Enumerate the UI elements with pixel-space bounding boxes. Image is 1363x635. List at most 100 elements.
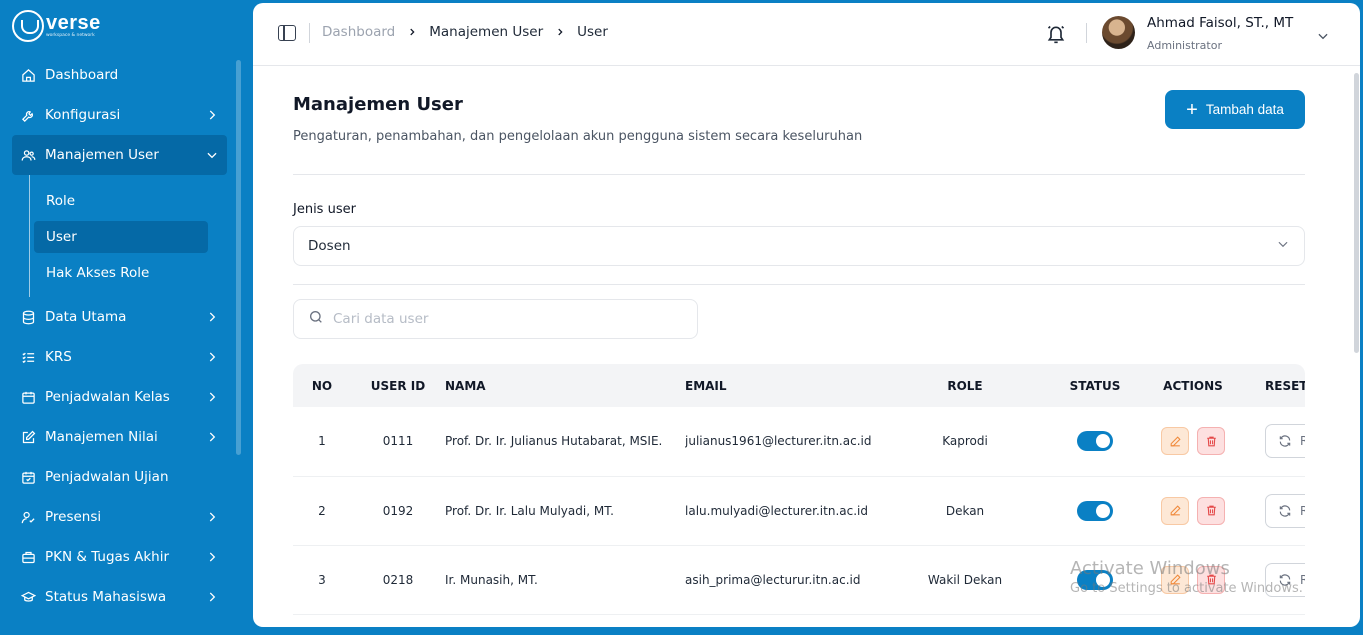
brand-sub: workspace & network (46, 33, 95, 39)
header-role: ROLE (947, 378, 983, 393)
divider (293, 284, 1305, 285)
trash-icon (1206, 505, 1216, 516)
chevron-right-icon (205, 390, 219, 404)
sidebar-item-konfigurasi[interactable]: Konfigurasi (12, 95, 227, 135)
chevron-right-icon (205, 510, 219, 524)
cell-user-id: 0192 (351, 476, 445, 546)
plus-icon: + (1186, 98, 1198, 121)
brand-logo[interactable]: verse workspace & network (12, 10, 101, 42)
cell-status (1035, 476, 1155, 546)
status-toggle[interactable] (1077, 500, 1113, 521)
header-status: STATUS (1069, 378, 1121, 393)
edit-button[interactable] (1161, 427, 1189, 456)
user-role: Administrator (1147, 39, 1222, 52)
cell-actions (1155, 545, 1231, 615)
chevron-right-icon (205, 108, 219, 122)
trash-icon (1206, 574, 1216, 585)
calendar-icon (20, 389, 36, 405)
chevron-down-icon (205, 148, 219, 162)
sidebar-item-penjadwalan-kelas[interactable]: Penjadwalan Kelas (12, 377, 227, 417)
reset-password-button[interactable]: R (1265, 493, 1305, 528)
delete-button[interactable] (1197, 565, 1225, 594)
status-toggle[interactable] (1077, 431, 1113, 452)
cell-email: asih_prima@lecturur.itn.ac.id (685, 545, 895, 615)
divider (293, 174, 1305, 175)
header-actions: ACTIONS (1163, 378, 1223, 393)
chevron-down-icon[interactable] (1316, 28, 1330, 42)
cell-reset: R (1231, 407, 1305, 477)
reset-password-button[interactable]: R (1265, 562, 1305, 597)
breadcrumb-manajemen-user[interactable]: Manajemen User (429, 24, 543, 40)
sidebar-item-penjadwalan-ujian[interactable]: Penjadwalan Ujian (12, 457, 227, 497)
chevron-right-icon (205, 350, 219, 364)
cell-status (1035, 545, 1155, 615)
cell-nama: Prof. Dr. Ir. Julianus Hutabarat, MSIE. (445, 407, 685, 477)
delete-button[interactable] (1197, 427, 1225, 456)
chevron-right-icon (205, 550, 219, 564)
cell-actions (1155, 476, 1231, 546)
table-row: 3 0218 Ir. Munasih, MT. asih_prima@lectu… (293, 545, 1305, 615)
cell-status (1035, 407, 1155, 477)
header-reset-password: RESET PA (1265, 378, 1305, 393)
sidebar-item-krs[interactable]: KRS (12, 337, 227, 377)
avatar[interactable] (1102, 16, 1135, 49)
wrench-icon (20, 107, 36, 123)
status-toggle[interactable] (1077, 569, 1113, 590)
divider (1086, 23, 1087, 43)
cell-actions (1155, 407, 1231, 477)
pencil-icon (1170, 505, 1181, 516)
user-table-container: NO USER ID NAMA EMAIL ROLE STATUS ACTION… (293, 364, 1305, 627)
submenu-item-hak-akses-role[interactable]: Hak Akses Role (34, 257, 208, 289)
sidebar-item-presensi[interactable]: Presensi (12, 497, 227, 537)
sidebar-item-manajemen-nilai[interactable]: Manajemen Nilai (12, 417, 227, 457)
cell-role: Dekan (895, 476, 1035, 546)
sidebar-scrollbar[interactable] (236, 60, 241, 455)
bell-icon[interactable] (1046, 23, 1066, 45)
add-data-button[interactable]: + Tambah data (1165, 90, 1305, 129)
sidebar-toggle-icon[interactable] (278, 25, 296, 41)
cell-user-id: 0111 (351, 407, 445, 477)
chevron-right-icon (205, 430, 219, 444)
breadcrumb-user: User (577, 24, 608, 40)
header-user-id: USER ID (370, 378, 426, 393)
topbar: Dashboard Manajemen User User Ahmad Fais… (253, 3, 1360, 66)
chevron-right-icon (407, 27, 417, 37)
refresh-icon (1279, 435, 1291, 447)
cell-email: lalu.mulyadi@lecturer.itn.ac.id (685, 476, 895, 546)
chevron-down-icon (1276, 237, 1290, 255)
logo-mark-icon (12, 10, 44, 42)
page-title: Manajemen User (293, 94, 463, 115)
edit-icon (20, 429, 36, 445)
submenu-item-user[interactable]: User (34, 221, 208, 253)
sidebar-item-data-utama[interactable]: Data Utama (12, 297, 227, 337)
delete-button[interactable] (1197, 496, 1225, 525)
edit-button[interactable] (1161, 496, 1189, 525)
users-icon (20, 147, 36, 163)
cell-reset: R (1231, 476, 1305, 546)
cell-nama: Prof. Dr. Ir. Lalu Mulyadi, MT. (445, 476, 685, 546)
search-input[interactable] (333, 311, 683, 327)
sidebar-item-dashboard[interactable]: Dashboard (12, 55, 227, 95)
database-icon (20, 309, 36, 325)
jenis-user-value: Dosen (308, 238, 351, 254)
reset-password-button[interactable]: R (1265, 424, 1305, 459)
jenis-user-select[interactable]: Dosen (293, 226, 1305, 266)
submenu-item-role[interactable]: Role (34, 185, 208, 217)
main-scrollbar[interactable] (1354, 73, 1359, 353)
cell-role: Wakil Dekan (895, 545, 1035, 615)
sidebar-item-pkn-tugas-akhir[interactable]: PKN & Tugas Akhir (12, 537, 227, 577)
edit-button[interactable] (1161, 565, 1189, 594)
search-box (293, 299, 698, 339)
chevron-right-icon (205, 590, 219, 604)
user-check-icon (20, 509, 36, 525)
user-name: Ahmad Faisol, ST., MT (1147, 15, 1294, 31)
table-header-row: NO USER ID NAMA EMAIL ROLE STATUS ACTION… (293, 364, 1305, 407)
cell-role: Kaprodi (895, 407, 1035, 477)
user-table: NO USER ID NAMA EMAIL ROLE STATUS ACTION… (293, 364, 1305, 615)
header-email: EMAIL (685, 378, 727, 393)
sidebar-item-manajemen-user[interactable]: Manajemen User (12, 135, 227, 175)
breadcrumb-dashboard[interactable]: Dashboard (322, 24, 395, 40)
sidebar-item-status-mahasiswa[interactable]: Status Mahasiswa (12, 577, 227, 617)
graduation-icon (20, 589, 36, 605)
manajemen-user-submenu: Role User Hak Akses Role (29, 175, 227, 297)
